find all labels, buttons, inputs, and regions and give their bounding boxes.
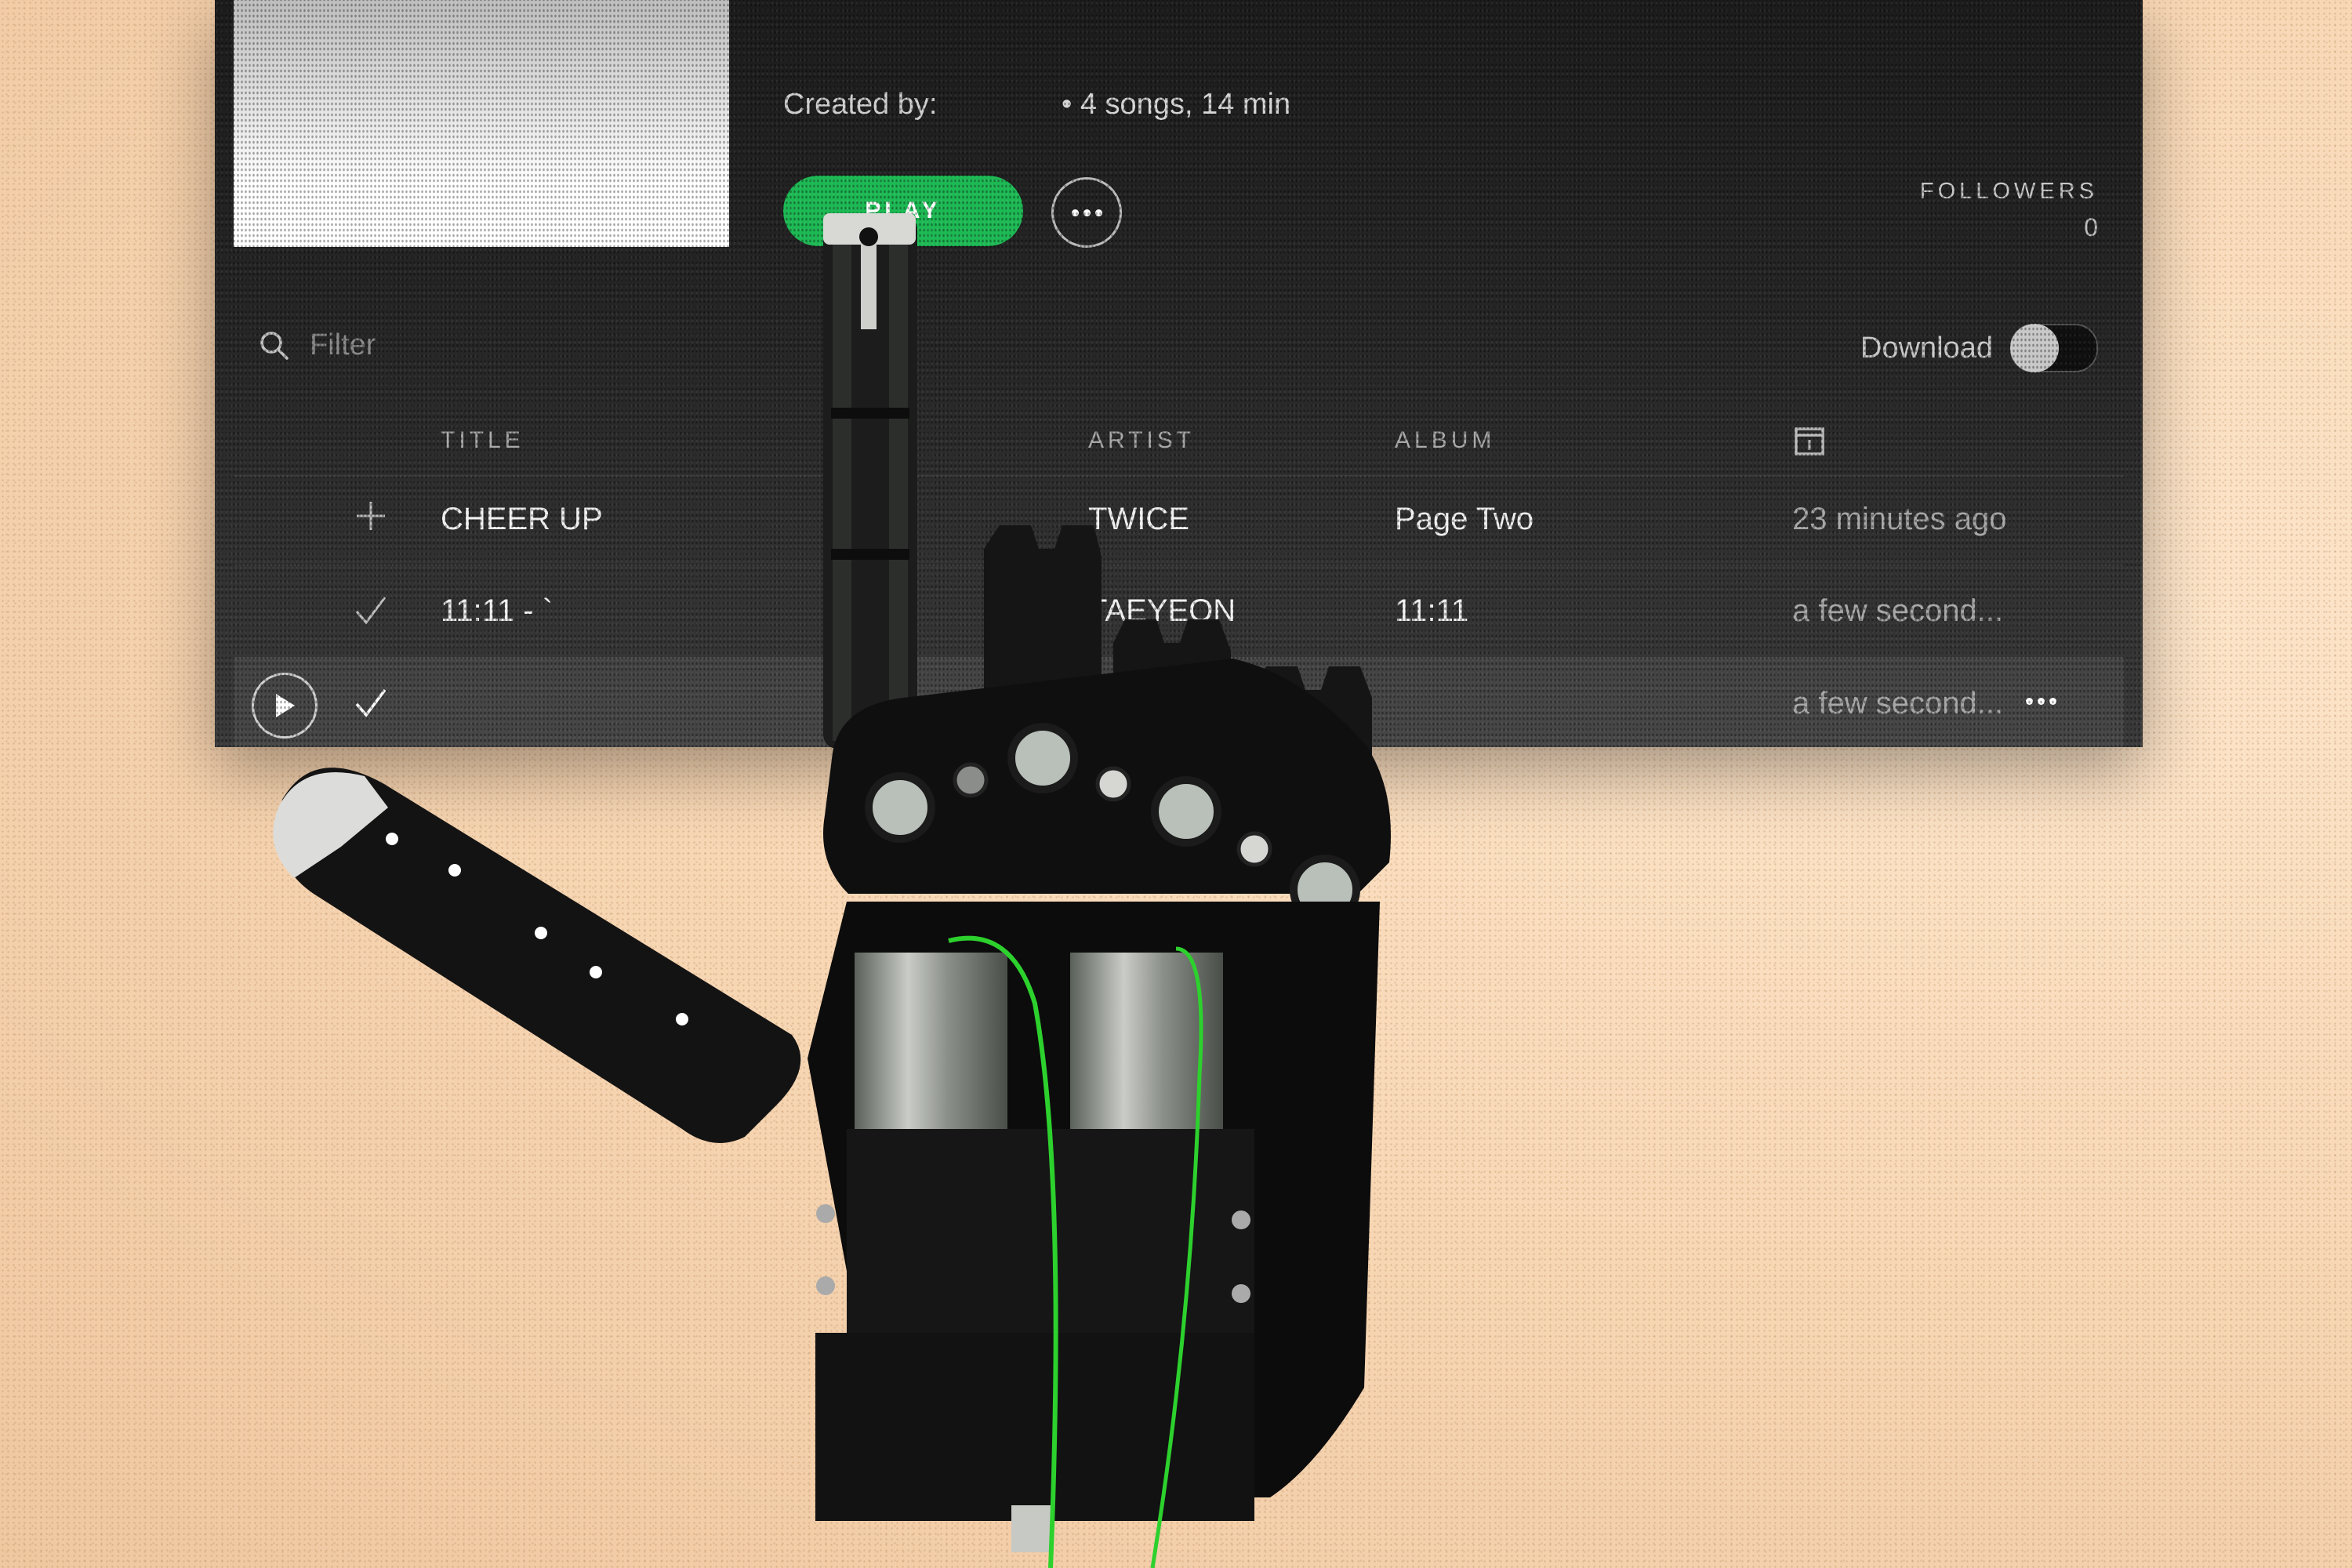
- plus-icon[interactable]: [354, 499, 388, 533]
- column-header-title[interactable]: TITLE: [441, 427, 524, 454]
- followers-label: FOLLOWERS: [1919, 179, 2098, 204]
- play-icon: [276, 694, 295, 717]
- filter-field[interactable]: [258, 328, 546, 363]
- check-icon[interactable]: [354, 685, 388, 720]
- playlist-cover-art: [234, 0, 729, 247]
- track-added: a few second...: [1792, 686, 2004, 720]
- header-divider: [234, 475, 2124, 477]
- download-toggle[interactable]: [2010, 324, 2098, 372]
- track-artist[interactable]: TAEYEON: [1088, 593, 1236, 629]
- row-divider: [234, 564, 2124, 566]
- column-header-artist[interactable]: ARTIST: [1088, 427, 1195, 454]
- row-play-button[interactable]: [252, 673, 318, 739]
- track-album[interactable]: Page Two: [1395, 502, 1534, 537]
- more-dot-icon: [2038, 698, 2045, 705]
- check-icon[interactable]: [354, 593, 388, 627]
- track-album[interactable]: 11:11: [1395, 593, 1468, 629]
- track-added: a few second...: [1792, 593, 2004, 628]
- more-dot-icon: [2049, 698, 2056, 705]
- row-more-button[interactable]: [2026, 698, 2056, 705]
- followers-count: 0: [2084, 213, 2098, 241]
- toggle-knob: [2010, 324, 2059, 372]
- play-button[interactable]: PLAY: [783, 176, 1023, 246]
- more-options-button[interactable]: [1051, 177, 1122, 248]
- calendar-icon[interactable]: [1792, 423, 1827, 458]
- column-header-album[interactable]: ALBUM: [1395, 427, 1495, 454]
- search-icon: [260, 331, 289, 360]
- more-dot-icon: [1071, 209, 1079, 216]
- filter-input[interactable]: [308, 328, 546, 363]
- track-added: 23 minutes ago: [1792, 502, 2007, 536]
- track-artist[interactable]: TWICE: [1088, 502, 1189, 537]
- playlist-summary: • 4 songs, 14 min: [1062, 88, 1291, 121]
- more-dot-icon: [1083, 209, 1091, 216]
- track-title: CHEER UP: [441, 502, 603, 536]
- created-by-label: Created by:: [783, 88, 938, 121]
- download-control: Download: [1860, 324, 2098, 372]
- more-dot-icon: [2026, 698, 2033, 705]
- track-title: 11:11 - `: [441, 593, 554, 628]
- download-label: Download: [1860, 331, 1993, 365]
- more-dot-icon: [1094, 209, 1102, 216]
- playlist-panel: Created by: • 4 songs, 14 min PLAY FOLLO…: [215, 0, 2143, 747]
